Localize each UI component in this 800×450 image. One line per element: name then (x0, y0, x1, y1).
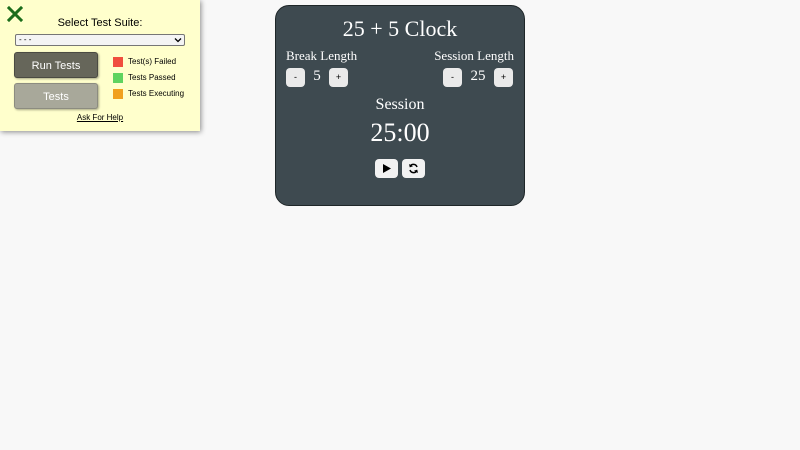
ask-for-help-link[interactable]: Ask For Help (0, 113, 200, 122)
session-increment-button[interactable]: + (494, 68, 513, 87)
tests-button[interactable]: Tests (14, 83, 98, 109)
play-icon (383, 164, 391, 173)
legend-label: Tests Passed (128, 73, 176, 82)
break-length-value: 5 (313, 68, 321, 84)
time-left: 25:00 (370, 118, 430, 147)
panel-title: Select Test Suite: (57, 17, 143, 29)
clock-title: 25 + 5 Clock (342, 16, 458, 41)
session-decrement-button[interactable]: - (443, 68, 462, 87)
refresh-icon (409, 163, 418, 174)
start-stop-button[interactable] (375, 159, 398, 178)
run-tests-button[interactable]: Run Tests (14, 52, 98, 78)
legend-swatch-executing (113, 89, 123, 99)
chevron-down-icon (174, 38, 182, 43)
session-length-value: 25 (470, 68, 486, 84)
test-suite-panel: Select Test Suite: - - - Run Tests Tests… (0, 0, 200, 131)
timer-label: Session (375, 96, 425, 113)
reset-button[interactable] (402, 159, 425, 178)
break-increment-button[interactable]: + (329, 68, 348, 87)
test-suite-select[interactable]: - - - (15, 34, 185, 46)
break-length-label: Break Length (286, 48, 358, 63)
test-suite-select-value: - - - (19, 35, 32, 44)
legend-swatch-failed (113, 57, 123, 67)
legend-swatch-passed (113, 73, 123, 83)
pomodoro-clock: 25 + 5 Clock Break Length Session Length… (275, 5, 525, 206)
legend-label: Tests Executing (128, 89, 185, 98)
legend-label: Test(s) Failed (128, 57, 177, 66)
break-decrement-button[interactable]: - (286, 68, 305, 87)
session-length-label: Session Length (434, 48, 514, 63)
